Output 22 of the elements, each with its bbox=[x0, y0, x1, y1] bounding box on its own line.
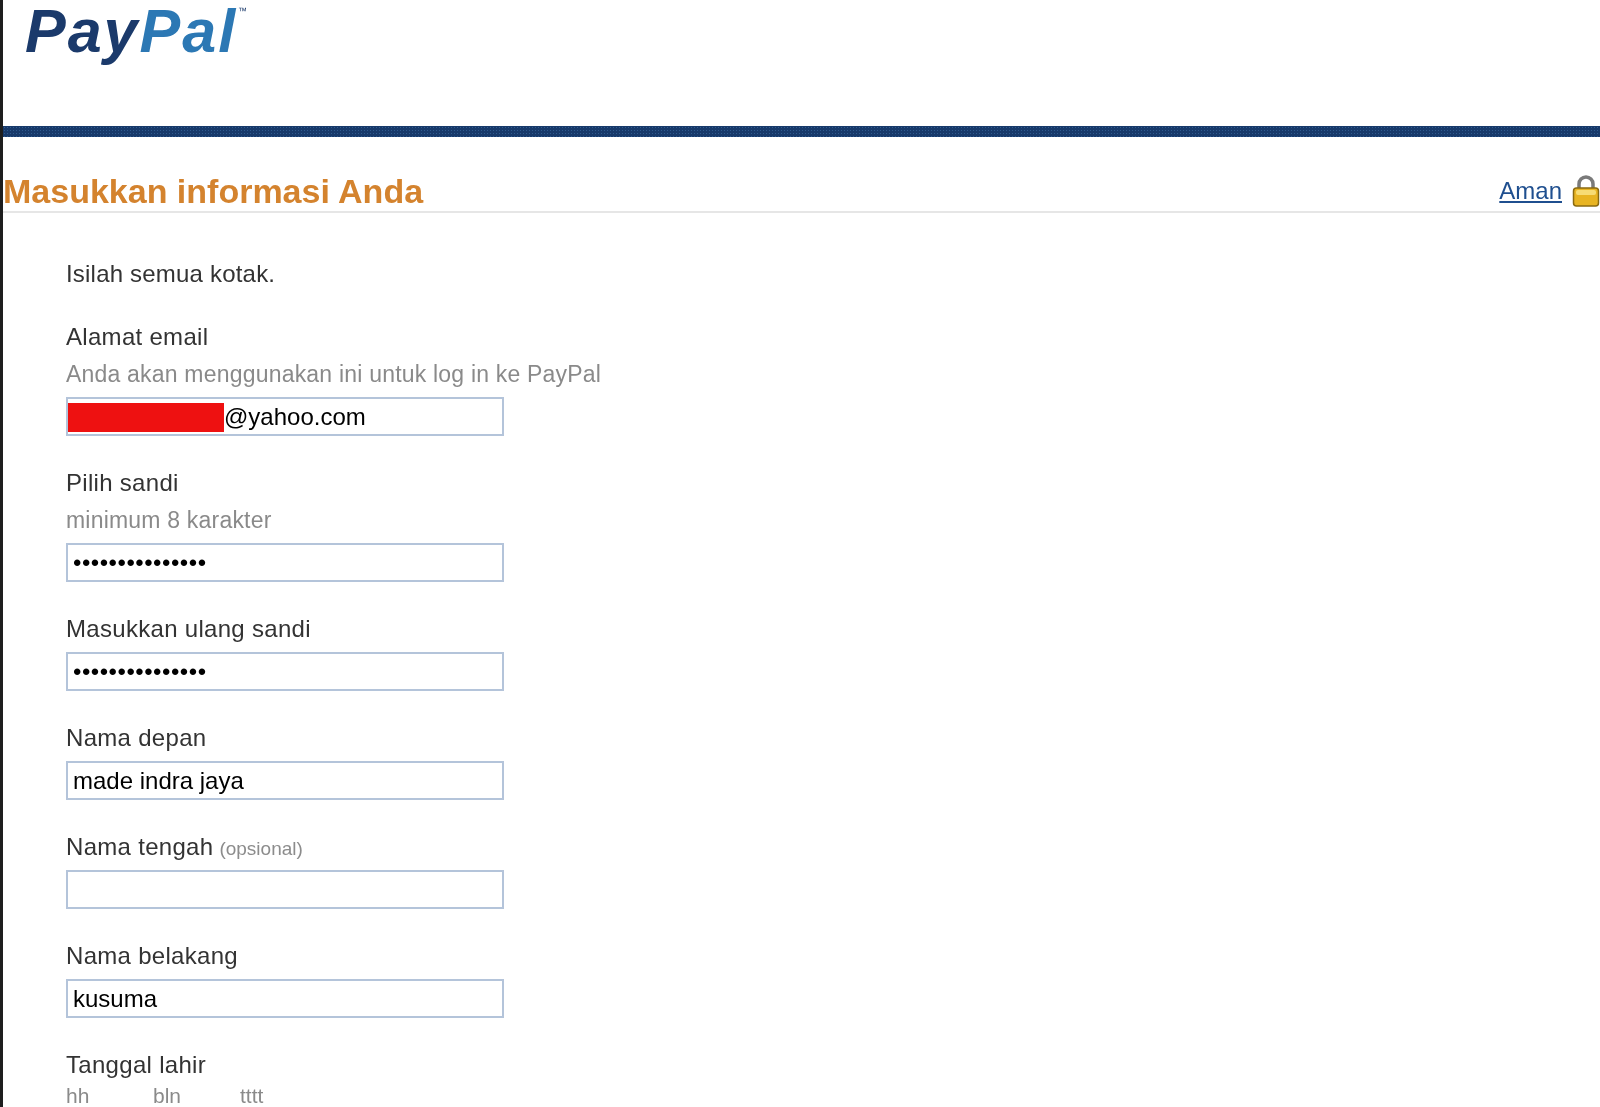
date-part-label: tttt bbox=[240, 1086, 265, 1106]
instructions-text: Isilah semua kotak. bbox=[66, 261, 277, 287]
secure-link[interactable]: Aman bbox=[1499, 177, 1562, 205]
field-label: Alamat email bbox=[66, 324, 209, 350]
optional-note: (opsional) bbox=[219, 837, 303, 861]
text-field[interactable]: made indra jaya bbox=[66, 761, 504, 800]
date-part-label: bln bbox=[153, 1086, 183, 1106]
field-label: Tanggal lahir bbox=[66, 1052, 206, 1078]
section-title: Masukkan informasi Anda bbox=[3, 171, 424, 211]
password-field[interactable]: ••••••••••••••• bbox=[66, 543, 504, 582]
padlock-icon bbox=[1572, 175, 1600, 207]
text-field[interactable]: kusuma bbox=[66, 979, 504, 1018]
field-label: Pilih sandi bbox=[66, 470, 179, 496]
field-hint: minimum 8 karakter bbox=[66, 507, 273, 533]
password-field[interactable]: ••••••••••••••• bbox=[66, 652, 504, 691]
text-field[interactable] bbox=[66, 870, 504, 909]
field-label: Nama tengah bbox=[66, 834, 214, 860]
field-hint: Anda akan menggunakan ini untuk log in ke PayPal bbox=[66, 361, 603, 387]
date-part-label: hh bbox=[66, 1086, 91, 1106]
field-label: Nama belakang bbox=[66, 943, 238, 969]
field-label: Masukkan ulang sandi bbox=[66, 616, 311, 642]
field-label: Nama depan bbox=[66, 725, 207, 751]
